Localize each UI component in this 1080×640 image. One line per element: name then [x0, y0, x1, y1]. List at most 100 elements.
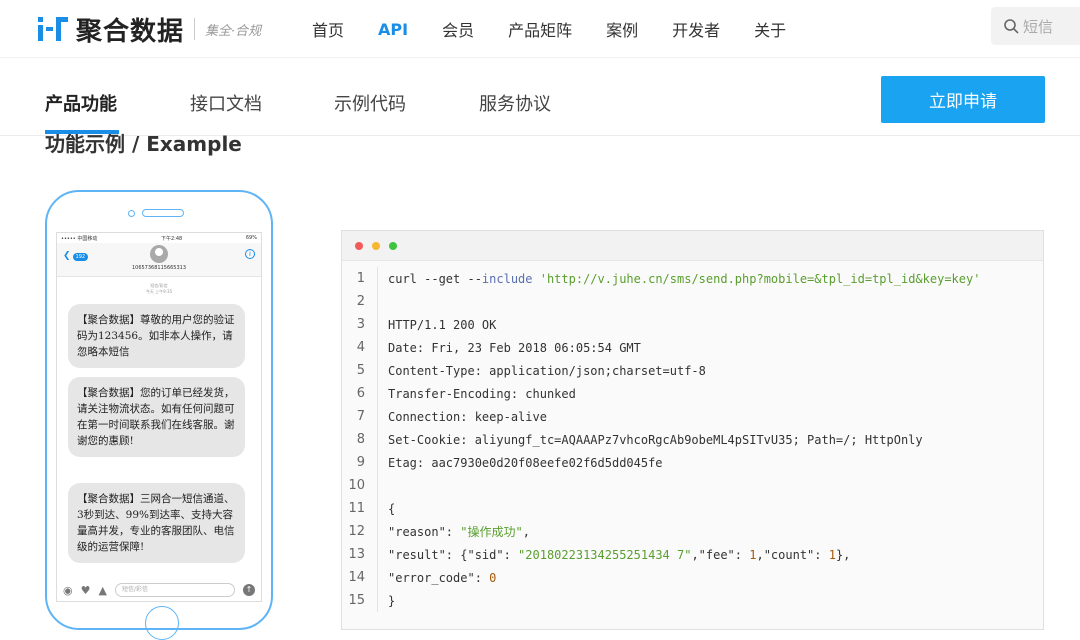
code-line: 4 Date: Fri, 23 Feb 2018 06:05:54 GMT [342, 336, 1043, 359]
top-navigation-bar: 聚合数据 集全·合规 首页 API 会员 产品矩阵 案例 开发者 关于 短信 [0, 0, 1080, 58]
code-token: ,"count": [756, 547, 829, 562]
line-number: 15 [342, 589, 378, 612]
nav-item-1[interactable]: API [378, 20, 408, 39]
logo[interactable]: 聚合数据 集全·合规 [36, 11, 261, 47]
main-nav: 首页 API 会员 产品矩阵 案例 开发者 关于 [312, 0, 820, 58]
tab-sample-code[interactable]: 示例代码 [334, 90, 406, 116]
carrier: ••••• 中国移动 [61, 235, 98, 242]
code-content: Transfer-Encoding: chunked [378, 387, 576, 401]
maximize-dot-icon [389, 241, 397, 250]
code-content: "error_code": 0 [378, 571, 496, 585]
apps-icon[interactable]: ▲ [98, 584, 106, 597]
code-content: { [378, 502, 395, 516]
apply-now-button[interactable]: 立即申请 [881, 76, 1045, 123]
logo-slogan: 集全·合规 [205, 23, 262, 39]
code-token: 1 [828, 547, 836, 562]
code-line: 3 HTTP/1.1 200 OK [342, 313, 1043, 336]
minimize-dot-icon [372, 241, 380, 250]
code-token: include [481, 271, 533, 286]
code-content: Set-Cookie: aliyungf_tc=AQAAAPz7vhcoRgcA… [378, 433, 923, 447]
code-window-titlebar [342, 231, 1043, 261]
code-token: "error_code": [388, 570, 490, 585]
code-line: 5 Content-Type: application/json;charset=… [342, 359, 1043, 382]
nav-item-5[interactable]: 开发者 [672, 17, 720, 41]
code-token: "result": {"sid": [388, 547, 519, 562]
battery: 69% [245, 235, 257, 241]
code-line: 10 [342, 474, 1043, 497]
code-token: "20180223134255251434 7" [518, 547, 692, 562]
line-number: 6 [342, 382, 378, 405]
code-window: 1 curl --get --include 'http://v.juhe.cn/… [341, 230, 1044, 630]
search-placeholder: 短信 [1023, 17, 1054, 36]
code-content: "result": {"sid": "20180223134255251434 … [378, 548, 850, 562]
line-number: 1 [342, 267, 378, 290]
camera-icon[interactable]: ◉ [63, 584, 73, 597]
code-content: Content-Type: application/json;charset=u… [378, 364, 706, 378]
line-number: 4 [342, 336, 378, 359]
code-content: Connection: keep-alive [378, 410, 547, 424]
sms-composer: ◉ ♥ ▲ 短信/彩信 ↑ [57, 579, 261, 601]
code-line: 15} [342, 589, 1043, 612]
code-token: "操作成功" [460, 525, 523, 539]
search-input[interactable]: 短信 [991, 7, 1080, 45]
code-content: HTTP/1.1 200 OK [378, 318, 496, 332]
code-content: "reason": "操作成功", [378, 523, 530, 540]
tab-service-agreement[interactable]: 服务协议 [479, 90, 551, 116]
code-token: curl --get -- [388, 271, 482, 286]
code-line: 7 Connection: keep-alive [342, 405, 1043, 428]
code-token: "reason": [388, 525, 461, 539]
sender-number: 10657368115665313 [131, 265, 187, 271]
nav-item-3[interactable]: 产品矩阵 [508, 17, 572, 41]
code-token: Connection: keep-alive [388, 409, 547, 424]
code-line: 14 "error_code": 0 [342, 566, 1043, 589]
phone-screen: ••••• 中国移动 下午2:48 69% ❮ 192 1065736811566… [56, 232, 262, 602]
code-content: curl --get --include 'http://v.juhe.cn/s… [378, 272, 980, 286]
phone-speaker [142, 209, 184, 217]
line-number: 9 [342, 451, 378, 474]
heart-icon[interactable]: ♥ [81, 584, 91, 597]
code-token: ,"fee": [691, 547, 750, 562]
code-line: 8 Set-Cookie: aliyungf_tc=AQAAAPz7vhcoRgc… [342, 428, 1043, 451]
nav-item-0[interactable]: 首页 [312, 17, 344, 41]
code-content: Date: Fri, 23 Feb 2018 06:05:54 GMT [378, 341, 641, 355]
phone-time: 下午2:48 [160, 235, 183, 242]
line-number: 13 [342, 543, 378, 566]
code-line: 12 "reason": "操作成功", [342, 520, 1043, 543]
code-token: } [388, 593, 396, 608]
code-token: Date: Fri, 23 Feb 2018 06:05:54 GMT [388, 340, 641, 355]
line-number: 11 [342, 497, 378, 520]
sms-input[interactable]: 短信/彩信 [114, 583, 235, 597]
code-line: 13 "result": {"sid": "2018022313425525143… [342, 543, 1043, 566]
code-line: 6 Transfer-Encoding: chunked [342, 382, 1043, 405]
code-token: , [522, 525, 530, 539]
send-icon[interactable]: ↑ [243, 584, 255, 596]
line-number: 2 [342, 290, 378, 313]
active-tab-underline [45, 130, 119, 134]
nav-item-4[interactable]: 案例 [606, 17, 638, 41]
code-token: }, [835, 547, 851, 562]
line-number: 12 [342, 520, 378, 543]
sms-bubble: 【聚合数据】您的订单已经发货，请关注物流状态。如有任何问题可在第一时间联系我们在… [68, 377, 245, 457]
code-token: 'http://v.juhe.cn/sms/send.php?mobile=&t… [539, 271, 981, 286]
code-token: Set-Cookie: aliyungf_tc=AQAAAPz7vhcoRgcA… [388, 432, 923, 447]
code-content: } [378, 594, 395, 608]
code-line: 2 [342, 290, 1043, 313]
tab-product-features[interactable]: 产品功能 [45, 90, 117, 116]
code-token: Etag: aac7930e0d20f08eefe02f6d5dd045fe [388, 455, 663, 470]
juhe-logo-icon [38, 17, 68, 41]
info-icon[interactable]: i [245, 249, 255, 259]
phone-status-bar: ••••• 中国移动 下午2:48 69% [57, 233, 261, 243]
code-line: 1 curl --get --include 'http://v.juhe.cn/… [342, 267, 1043, 290]
phone-camera [128, 210, 135, 217]
line-number: 10 [342, 474, 378, 497]
nav-item-6[interactable]: 关于 [754, 17, 786, 41]
phone-home-button [145, 606, 179, 640]
code-line: 9 Etag: aac7930e0d20f08eefe02f6d5dd045fe [342, 451, 1043, 474]
back-button[interactable]: ❮ 192 [63, 251, 89, 261]
tab-api-docs[interactable]: 接口文档 [190, 90, 262, 116]
logo-divider [194, 18, 196, 40]
nav-item-2[interactable]: 会员 [442, 17, 474, 41]
code-line: 11 { [342, 497, 1043, 520]
code-token: HTTP/1.1 200 OK [388, 317, 497, 332]
